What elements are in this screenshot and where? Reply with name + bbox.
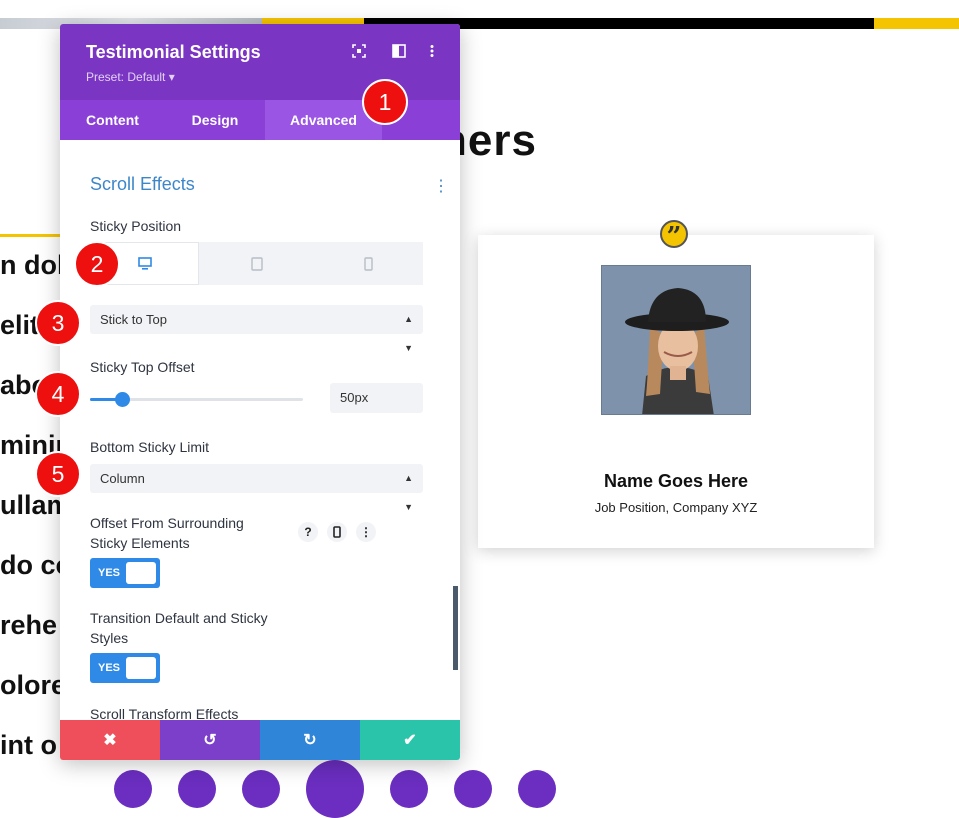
slider-handle[interactable]	[114, 392, 130, 407]
offset-surrounding-label-line2: Sticky Elements	[90, 535, 190, 551]
panel-footer: ✖ ↺ ↻ ✔	[60, 720, 460, 760]
toggle-knob	[126, 562, 156, 584]
tablet-device-tab[interactable]	[202, 242, 311, 285]
sticky-position-label: Sticky Position	[90, 218, 182, 234]
quote-icon: ”	[660, 220, 688, 252]
body-text-line: n dol	[0, 250, 65, 280]
help-icon[interactable]: ?	[298, 522, 318, 542]
body-text-line: rehe	[0, 610, 58, 640]
section-more-icon[interactable]: ⋮	[433, 176, 449, 196]
save-button[interactable]: ✔	[360, 720, 460, 760]
body-text-line: olore	[0, 670, 67, 700]
portrait-illustration	[602, 266, 750, 414]
more-vertical-icon[interactable]	[423, 44, 441, 62]
offset-surrounding-toggle[interactable]: YES	[90, 558, 160, 588]
check-icon: ✔	[403, 732, 417, 749]
phone-device-tab[interactable]	[314, 242, 423, 285]
undo-button[interactable]: ↺	[160, 720, 260, 760]
panel-title: Testimonial Settings	[86, 42, 261, 62]
redo-icon: ↻	[303, 732, 317, 749]
preset-dropdown[interactable]: Preset: Default ▾	[86, 70, 175, 84]
step-badge-4: 4	[35, 371, 81, 417]
pagination-dot[interactable]	[454, 770, 492, 808]
tab-content[interactable]: Content	[60, 100, 165, 140]
pagination-dot[interactable]	[242, 770, 280, 808]
sticky-position-select[interactable]: Stick to Top ▲ ▼	[90, 305, 423, 353]
bottom-sticky-limit-select[interactable]: Column ▲ ▼	[90, 464, 423, 512]
pagination-dot[interactable]	[518, 770, 556, 808]
sticky-top-offset-input[interactable]: 50px	[330, 383, 423, 413]
option-more-icon[interactable]: ⋮	[356, 522, 376, 542]
undo-icon: ↺	[203, 732, 217, 749]
transition-styles-label-line1: Transition Default and Sticky	[90, 610, 268, 626]
step-badge-1: 1	[362, 79, 408, 125]
transition-styles-toggle[interactable]: YES	[90, 653, 160, 683]
close-icon: ✖	[103, 732, 117, 749]
pagination-dot-active[interactable]	[306, 760, 364, 818]
pagination-dot[interactable]	[114, 770, 152, 808]
select-arrows-icon: ▲ ▼	[404, 473, 413, 512]
select-arrows-icon: ▲ ▼	[404, 314, 413, 353]
device-tabs	[90, 242, 423, 285]
panel-scrollbar[interactable]	[453, 586, 458, 670]
split-view-icon[interactable]	[390, 44, 408, 62]
header-accent-bar-right	[874, 18, 959, 29]
bottom-sticky-limit-value: Column	[100, 471, 145, 486]
toggle-knob	[126, 657, 156, 679]
tablet-icon	[250, 256, 263, 271]
bottom-sticky-limit-label: Bottom Sticky Limit	[90, 439, 210, 455]
testimonial-settings-panel: Testimonial Settings Preset: Default ▾ C…	[60, 24, 460, 760]
cancel-button[interactable]: ✖	[60, 720, 160, 760]
transition-styles-label-line2: Styles	[90, 630, 129, 646]
body-text-line: int o	[0, 730, 57, 760]
tab-design[interactable]: Design	[165, 100, 265, 140]
redo-button[interactable]: ↻	[260, 720, 360, 760]
responsive-phone-icon[interactable]	[327, 522, 347, 542]
section-title-scroll-effects[interactable]: Scroll Effects	[90, 174, 195, 195]
pagination-dot[interactable]	[390, 770, 428, 808]
step-badge-2: 2	[74, 241, 120, 287]
step-badge-3: 3	[35, 300, 81, 346]
expand-icon[interactable]	[350, 44, 368, 62]
heading-underline	[0, 234, 62, 237]
sticky-top-offset-label: Sticky Top Offset	[90, 359, 195, 375]
phone-icon	[364, 256, 373, 271]
toggle-yes-text: YES	[98, 567, 121, 579]
pagination-dot[interactable]	[178, 770, 216, 808]
step-badge-5: 5	[35, 451, 81, 497]
testimonial-portrait	[601, 265, 751, 415]
sticky-position-value: Stick to Top	[100, 312, 167, 327]
testimonial-author-name: Name Goes Here	[603, 471, 749, 491]
offset-surrounding-label-line1: Offset From Surrounding	[90, 515, 244, 531]
testimonial-author-position: Job Position, Company XYZ	[594, 500, 758, 515]
desktop-icon	[137, 257, 152, 270]
toggle-yes-text: YES	[98, 662, 121, 674]
